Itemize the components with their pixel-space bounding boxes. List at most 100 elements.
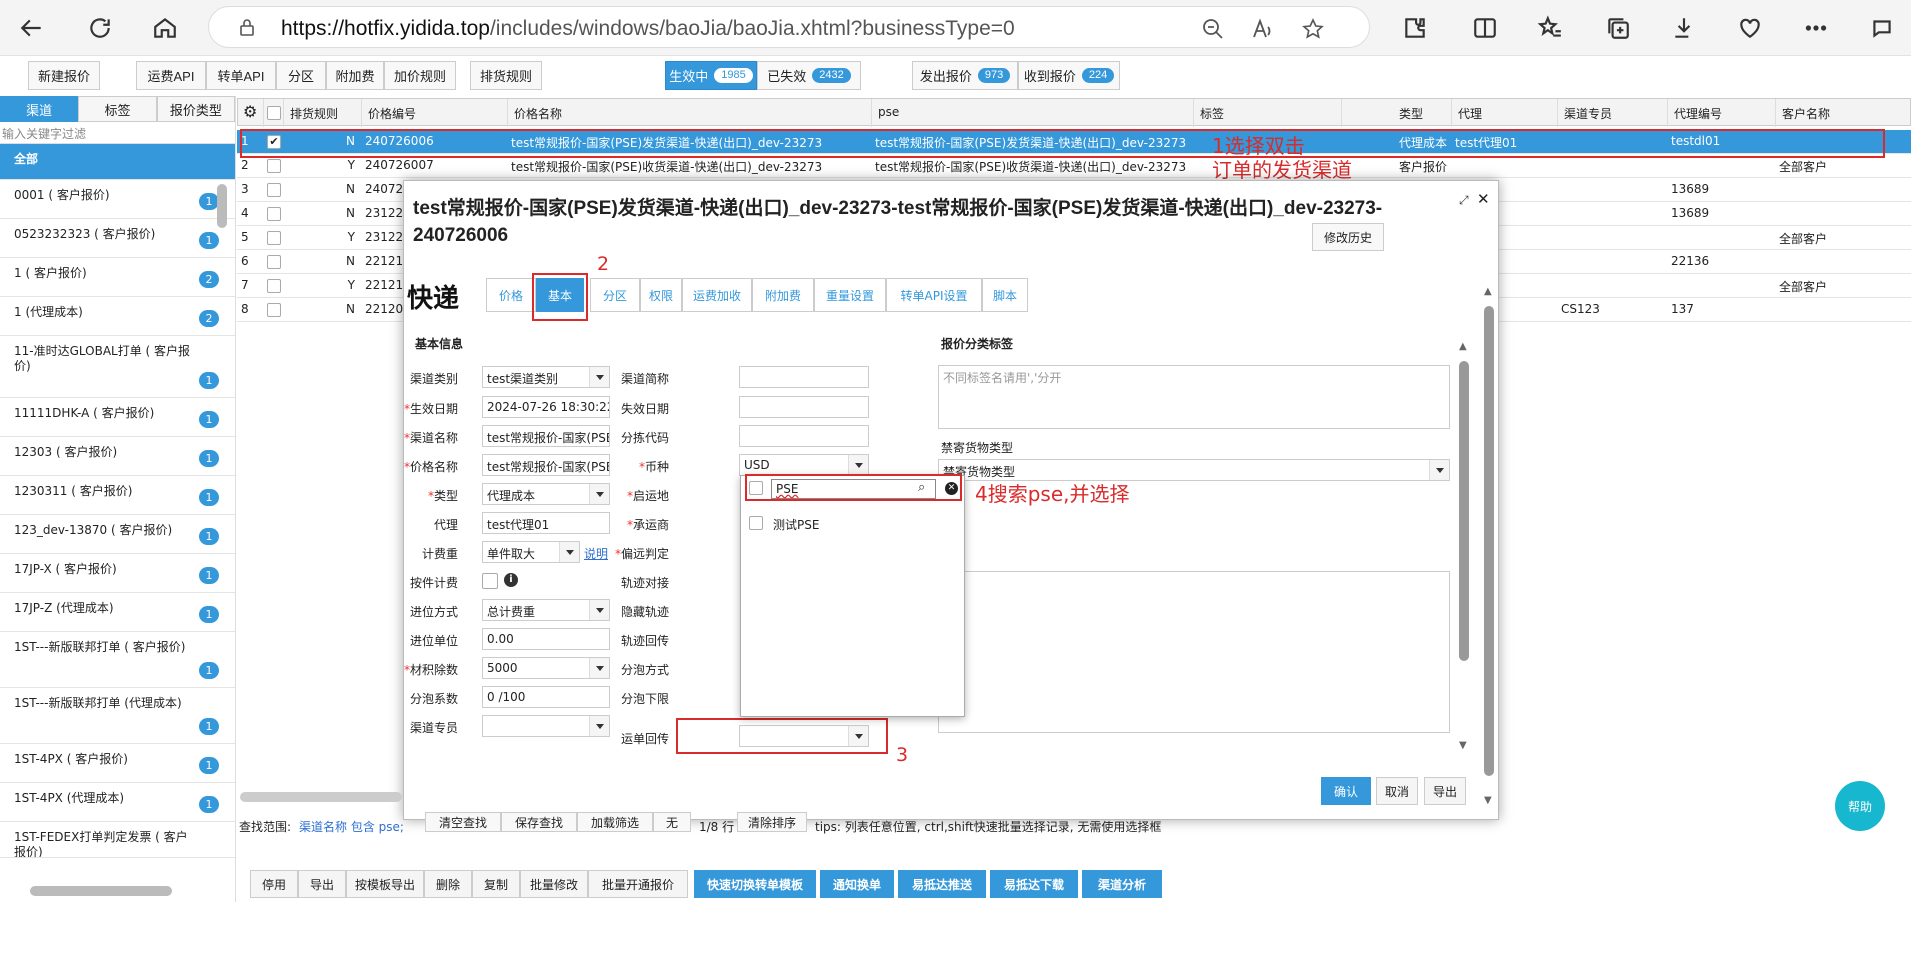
sidebar-item[interactable]: 1ST---新版联邦打单 (代理成本) 1: [0, 688, 235, 744]
col-sort-rule[interactable]: 排货规则: [284, 99, 362, 127]
sort-rule-button[interactable]: 排货规则: [470, 61, 542, 90]
sidebar-item[interactable]: 12303 ( 客户报价) 1: [0, 437, 235, 476]
sidebar-item[interactable]: 1ST-FEDEX打单判定发票 ( 客户报价): [0, 822, 235, 858]
history-button[interactable]: 修改历史: [1312, 223, 1384, 251]
sidebar-item[interactable]: 1 (代理成本) 2: [0, 297, 235, 336]
row-checkbox[interactable]: [263, 178, 283, 202]
tags-textarea[interactable]: 不同标签名请用','分开: [938, 365, 1450, 429]
short-name-input[interactable]: [739, 366, 869, 388]
new-quote-button[interactable]: 新建报价: [28, 61, 100, 90]
tab-quote-type[interactable]: 报价类型: [156, 96, 235, 122]
gear-icon[interactable]: ⚙: [238, 99, 264, 127]
sidebar-item[interactable]: 1ST---新版联邦打单 ( 客户报价) 1: [0, 632, 235, 688]
tab-transfer-api[interactable]: 转单API设置: [886, 278, 982, 312]
split-screen-icon[interactable]: [1465, 8, 1505, 48]
weight-select[interactable]: 单件取大: [482, 541, 580, 563]
dialog-scrollbar[interactable]: ▲ ▼: [1482, 286, 1496, 806]
close-icon[interactable]: ✕: [1477, 190, 1490, 208]
freight-api-button[interactable]: 运费API: [136, 61, 206, 90]
sidebar-item[interactable]: 17JP-Z (代理成本) 1: [0, 593, 235, 632]
action-button-primary[interactable]: 渠道分析: [1082, 870, 1162, 898]
grid-hscrollbar[interactable]: [240, 792, 402, 802]
col-agent-no[interactable]: 代理编号: [1668, 99, 1776, 127]
sidebar-item[interactable]: 0523232323 ( 客户报价) 1: [0, 219, 235, 258]
row-checkbox[interactable]: [263, 250, 283, 274]
clear-sort-button[interactable]: 清除排序: [737, 812, 807, 832]
address-bar[interactable]: https://hotfix.yidida.top/includes/windo…: [208, 6, 1370, 48]
tab-script[interactable]: 脚本: [982, 278, 1028, 312]
transfer-api-button[interactable]: 转单API: [206, 61, 276, 90]
sidebar-item[interactable]: 1 ( 客户报价) 2: [0, 258, 235, 297]
select-all-checkbox[interactable]: [264, 99, 284, 127]
sidebar-item[interactable]: 11-准时达GLOBAL打单 ( 客户报价) 1: [0, 336, 235, 398]
tab-permission[interactable]: 权限: [640, 278, 682, 312]
action-button[interactable]: 删除: [424, 870, 472, 898]
option-checkbox[interactable]: [749, 516, 763, 530]
action-button-primary[interactable]: 快速切换转单模板: [694, 870, 816, 898]
action-button-primary[interactable]: 通知换单: [820, 870, 894, 898]
col-price-code[interactable]: 价格编号: [362, 99, 508, 127]
clear-find-button[interactable]: 清空查找: [425, 812, 501, 832]
save-find-button[interactable]: 保存查找: [501, 812, 577, 832]
tab-tag[interactable]: 标签: [78, 96, 157, 122]
action-button-primary[interactable]: 易抵达推送: [898, 870, 986, 898]
piece-charge-checkbox[interactable]: [482, 573, 498, 589]
dropdown-option-pse[interactable]: 测试PSE: [773, 516, 819, 533]
read-aloud-icon[interactable]: [1251, 17, 1275, 41]
help-button[interactable]: 帮助: [1835, 781, 1885, 831]
expand-icon[interactable]: ⤢: [1459, 193, 1469, 208]
info-icon[interactable]: i: [504, 573, 518, 587]
action-button[interactable]: 批量开通报价: [588, 870, 688, 898]
notes-textarea[interactable]: [938, 571, 1450, 733]
tab-expired[interactable]: 已失效 2432: [757, 61, 861, 90]
form-scrollbar[interactable]: ▲ ▼: [1457, 341, 1471, 751]
sidebar-item-all[interactable]: 全部: [0, 144, 235, 180]
tab-freight-extra[interactable]: 运费加收: [682, 278, 752, 312]
row-checkbox[interactable]: [263, 226, 283, 250]
sidebar-item[interactable]: 11111DHK-A ( 客户报价) 1: [0, 398, 235, 437]
filter-select[interactable]: 无: [653, 812, 691, 832]
row-checkbox[interactable]: [263, 202, 283, 226]
tab-weight-setting[interactable]: 重量设置: [814, 278, 886, 312]
surcharge-button[interactable]: 附加费: [326, 61, 384, 90]
sidebar-item[interactable]: 0001 ( 客户报价) 1: [0, 180, 235, 219]
sidebar-item[interactable]: 1ST-4PX ( 客户报价) 1: [0, 744, 235, 783]
action-button[interactable]: 批量修改: [520, 870, 588, 898]
col-customer[interactable]: 客户名称: [1776, 99, 1911, 127]
downloads-icon[interactable]: [1664, 8, 1704, 48]
sidebar-item[interactable]: 1ST-4PX (代理成本) 1: [0, 783, 235, 822]
markup-rule-button[interactable]: 加价规则: [384, 61, 456, 90]
tab-channel[interactable]: 渠道: [0, 96, 79, 122]
action-button[interactable]: 导出: [298, 870, 346, 898]
back-icon[interactable]: [12, 8, 52, 48]
copilot-icon[interactable]: [1862, 8, 1902, 48]
col-agent[interactable]: 代理: [1452, 99, 1558, 127]
sidebar-scrollbar[interactable]: [216, 166, 228, 886]
col-tag[interactable]: 标签: [1194, 99, 1342, 127]
favorites-icon[interactable]: [1530, 8, 1570, 48]
tab-sent-quotes[interactable]: 发出报价 973: [912, 61, 1018, 90]
row-checkbox[interactable]: [263, 274, 283, 298]
export-button[interactable]: 导出: [1424, 777, 1466, 805]
more-menu-icon[interactable]: [1796, 8, 1836, 48]
extensions-icon[interactable]: [1395, 8, 1435, 48]
favorite-star-icon[interactable]: [1301, 17, 1325, 41]
home-icon[interactable]: [145, 8, 185, 48]
refresh-icon[interactable]: [80, 8, 120, 48]
sidebar-item[interactable]: 123_dev-13870 ( 客户报价) 1: [0, 515, 235, 554]
zoom-out-icon[interactable]: [1201, 17, 1225, 41]
action-button-primary[interactable]: 易抵达下载: [990, 870, 1078, 898]
health-icon[interactable]: [1730, 8, 1770, 48]
sidebar-item[interactable]: 1230311 ( 客户报价) 1: [0, 476, 235, 515]
col-price-name[interactable]: 价格名称: [508, 99, 872, 127]
action-button[interactable]: 按模板导出: [346, 870, 424, 898]
sidebar-item[interactable]: 17JP-X ( 客户报价) 1: [0, 554, 235, 593]
collections-icon[interactable]: [1598, 8, 1638, 48]
row-checkbox[interactable]: [263, 298, 283, 322]
action-button[interactable]: 停用: [250, 870, 298, 898]
currency-select[interactable]: USD: [739, 454, 869, 476]
tab-surcharge[interactable]: 附加费: [752, 278, 814, 312]
sidebar-hscrollbar[interactable]: [30, 886, 172, 896]
col-type[interactable]: 类型: [1342, 99, 1452, 127]
tab-active[interactable]: 生效中 1985: [665, 61, 757, 90]
